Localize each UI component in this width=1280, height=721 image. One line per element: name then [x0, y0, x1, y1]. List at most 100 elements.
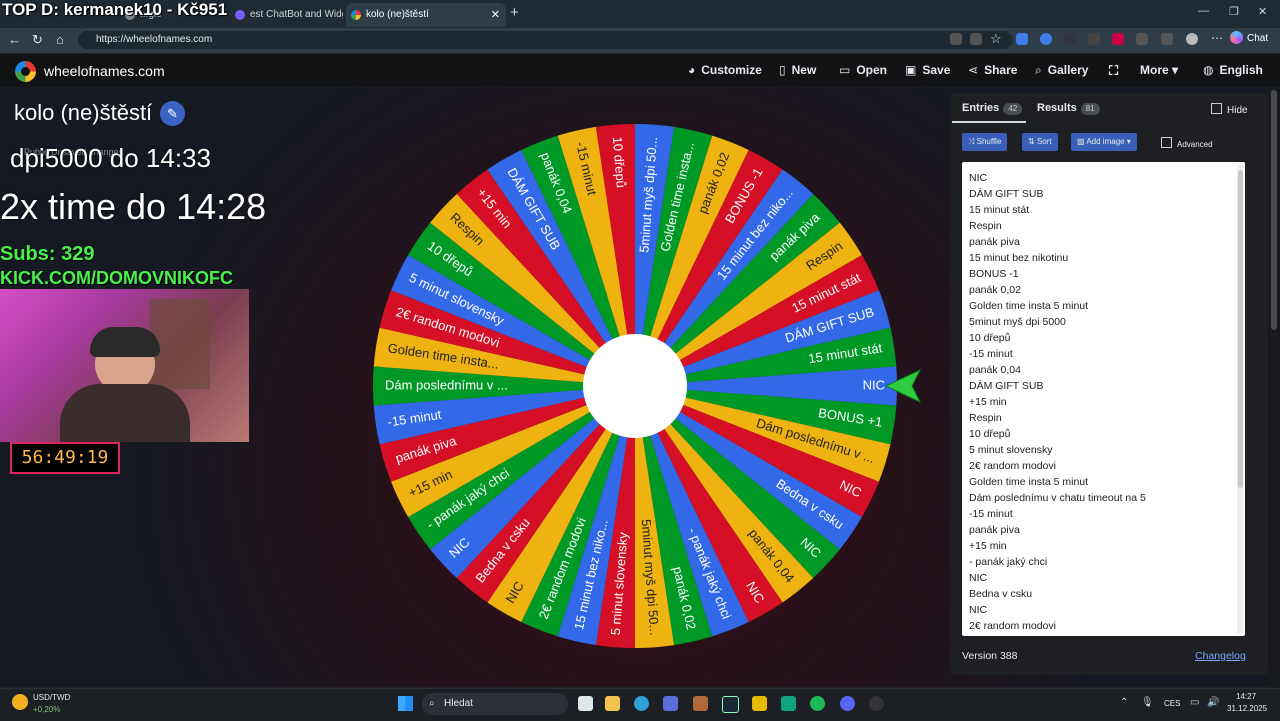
back-icon[interactable]: ←	[8, 32, 21, 47]
profile-avatar[interactable]	[1186, 33, 1198, 45]
version-label: Version 388	[962, 650, 1018, 662]
entry-line: panák piva	[969, 524, 1020, 536]
browser-tab-active[interactable]: kolo (ne)štěstí ✕	[346, 3, 506, 27]
tab-results[interactable]: Results 81	[1037, 102, 1100, 115]
entry-line: 5 minut slovensky	[969, 444, 1053, 456]
extension-icon[interactable]	[1016, 33, 1028, 45]
clock-time[interactable]: 14:27	[1236, 692, 1256, 701]
tab-favicon-icon	[235, 10, 245, 20]
tab-entries[interactable]: Entries 42	[962, 102, 1023, 115]
edit-title-button[interactable]: ✎	[160, 101, 185, 126]
advanced-checkbox[interactable]: Advanced	[1161, 137, 1213, 149]
close-window-icon[interactable]: ✕	[1258, 5, 1267, 18]
home-icon[interactable]: ⌂	[56, 32, 64, 47]
shuffle-button[interactable]: ⤨ Shuffle	[962, 133, 1008, 151]
tab-label: est ChatBot and Widgets for	[250, 9, 343, 20]
maximize-icon[interactable]: ❐	[1229, 5, 1239, 18]
entry-line: +15 min	[969, 396, 1007, 408]
entry-line: Dám poslednímu v chatu timeout na 5	[969, 492, 1146, 504]
store-icon[interactable]	[663, 696, 678, 711]
entry-line: panák 0,04	[969, 364, 1021, 376]
folder-icon: ▭	[839, 63, 851, 77]
browser-tab[interactable]: est ChatBot and Widgets for	[230, 3, 343, 27]
language-button[interactable]: ◍ English	[1203, 63, 1263, 77]
app-icon[interactable]	[752, 696, 767, 711]
sort-icon: ⇅	[1028, 137, 1037, 146]
spotify-icon[interactable]	[810, 696, 825, 711]
tab-label: kolo (ne)štěstí	[366, 9, 429, 20]
tab-favicon-icon	[351, 10, 361, 20]
clock-date[interactable]: 31.12.2025	[1227, 704, 1267, 713]
minimize-icon[interactable]: —	[1198, 5, 1209, 17]
app-icon[interactable]	[693, 696, 708, 711]
file-explorer-icon[interactable]	[605, 696, 620, 711]
fullscreen-icon[interactable]: ⛶	[1109, 63, 1118, 79]
stock-name[interactable]: USD/TWD	[33, 693, 70, 702]
reload-icon[interactable]: ↻	[32, 32, 43, 48]
entry-line: panák piva	[969, 236, 1020, 248]
site-name[interactable]: wheelofnames.com	[44, 63, 165, 79]
palette-icon: ◕	[688, 63, 696, 77]
more-button[interactable]: More ▾	[1140, 63, 1178, 77]
speaker-icon[interactable]: 🔊	[1207, 697, 1219, 708]
sort-button[interactable]: ⇅ Sort	[1022, 133, 1058, 151]
copilot-chat-button[interactable]: Chat	[1230, 31, 1268, 44]
favorites-icon[interactable]	[1161, 33, 1173, 45]
gallery-button[interactable]: ⌕ Gallery	[1035, 63, 1088, 78]
monitor-icon[interactable]: ▭	[1190, 697, 1199, 708]
new-button[interactable]: ▯ New	[779, 63, 816, 77]
entry-line: - panák jaký chci	[969, 556, 1048, 568]
overlay-dpi-text: dpi5000 do 14:33	[10, 143, 211, 173]
wheel-hub[interactable]	[583, 334, 687, 438]
chevron-down-icon: ▾	[1124, 137, 1131, 146]
page-scrollbar-thumb[interactable]	[1271, 90, 1277, 330]
extension-icon[interactable]	[1088, 33, 1100, 45]
chatgpt-icon[interactable]	[781, 696, 796, 711]
extension-icon[interactable]	[950, 33, 962, 45]
wheel[interactable]: NIC BONUS +1 Dám poslednímu v ... NIC Bedna …	[373, 124, 897, 648]
discord-icon[interactable]	[840, 696, 855, 711]
more-menu-icon[interactable]: ⋯	[1211, 31, 1223, 45]
entries-scrollbar-thumb[interactable]	[1238, 170, 1243, 488]
language-indicator[interactable]: CES	[1164, 699, 1180, 708]
extension-icon[interactable]	[1112, 33, 1124, 45]
steam-icon[interactable]	[722, 696, 739, 713]
share-button[interactable]: ⋖ Share	[968, 63, 1017, 77]
extension-icon[interactable]	[1040, 33, 1052, 45]
taskbar-search-input[interactable]: ⌕ Hledat	[422, 693, 568, 715]
extension-icon[interactable]	[970, 33, 982, 45]
favorite-star-icon[interactable]: ☆	[990, 31, 1002, 47]
extension-icon[interactable]	[1064, 33, 1076, 45]
chevron-up-icon[interactable]: ⌃	[1120, 697, 1128, 708]
weather-stock-icon[interactable]	[12, 694, 28, 710]
add-image-button[interactable]: ▨ Add image ▾	[1071, 133, 1137, 151]
url-input[interactable]: https://wheelofnames.com	[78, 31, 1013, 49]
wheel-svg[interactable]: NICBONUS +1Dám poslednímu v ...NICBedna …	[373, 124, 897, 648]
close-tab-icon[interactable]: ✕	[491, 3, 500, 27]
button-label: Add image	[1086, 137, 1125, 146]
search-placeholder: Hledat	[444, 698, 473, 709]
start-windows-icon[interactable]	[398, 696, 413, 711]
task-view-icon[interactable]	[578, 696, 593, 711]
hide-checkbox[interactable]: Hide	[1211, 103, 1248, 116]
extensions-icon[interactable]	[1136, 33, 1148, 45]
save-button[interactable]: ▣ Save	[905, 63, 950, 77]
entry-line: Bedna v csku	[969, 588, 1033, 600]
results-count-badge: 81	[1080, 103, 1100, 115]
webcam-headset	[90, 327, 160, 357]
customize-button[interactable]: ◕ Customize	[688, 63, 762, 77]
app-icon[interactable]	[869, 696, 884, 711]
changelog-link[interactable]: Changelog	[1195, 650, 1246, 662]
new-tab-icon[interactable]: +	[510, 4, 519, 21]
entry-line: 15 minut bez nikotinu	[969, 252, 1069, 264]
microphone-icon[interactable]: 🎙	[1141, 697, 1154, 708]
open-button[interactable]: ▭ Open	[839, 63, 887, 77]
webcam-body	[60, 384, 190, 442]
search-icon: ⌕	[1035, 63, 1042, 77]
entries-textarea[interactable]: NIC DÁM GIFT SUB 15 minut stát Respin panák …	[962, 162, 1245, 636]
wheelofnames-logo-icon[interactable]	[15, 61, 36, 82]
button-label: Sort	[1036, 137, 1052, 146]
checkbox-icon	[1211, 103, 1222, 114]
edge-icon[interactable]	[634, 696, 649, 711]
wheel-slice-label: Dám poslednímu v ...	[385, 377, 508, 392]
